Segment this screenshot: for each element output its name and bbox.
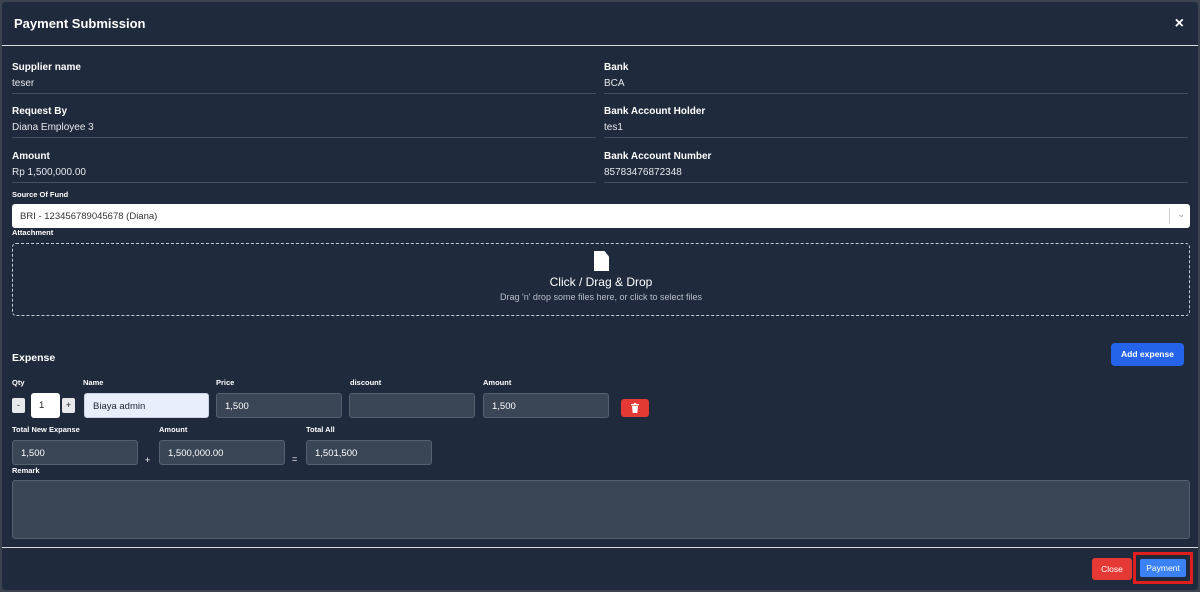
modal-title: Payment Submission <box>14 16 146 31</box>
bank-account-holder-field: Bank Account Holder tes1 <box>604 93 1188 138</box>
dropzone-title: Click / Drag & Drop <box>549 275 653 289</box>
delete-expense-button[interactable] <box>621 399 649 417</box>
request-by-label: Request By <box>12 106 68 117</box>
trash-icon <box>631 403 639 413</box>
amount-label: Amount <box>12 151 50 162</box>
attachment-label: Attachment <box>12 228 54 237</box>
supplier-name-value: teser <box>12 78 35 89</box>
modal-header: Payment Submission × <box>2 2 1198 46</box>
expense-name-input[interactable]: Biaya admin <box>84 393 209 418</box>
source-of-fund-label: Source Of Fund <box>12 190 69 199</box>
expense-price-input[interactable]: 1,500 <box>216 393 342 418</box>
bank-account-number-field: Bank Account Number 85783476872348 <box>604 138 1188 183</box>
bank-account-holder-value: tes1 <box>604 122 623 133</box>
equals-sign: = <box>292 454 298 464</box>
name-column-label: Name <box>83 378 104 387</box>
payment-submission-modal: Payment Submission × Supplier name teser… <box>2 2 1198 590</box>
qty-increment-button[interactable]: + <box>62 398 75 413</box>
payment-button-highlight: Payment <box>1133 552 1193 584</box>
total-amount-input[interactable]: 1,500,000.00 <box>159 440 285 465</box>
qty-input[interactable]: 1 <box>31 393 60 418</box>
close-button[interactable]: Close <box>1092 558 1132 580</box>
payment-button[interactable]: Payment <box>1140 559 1186 577</box>
amount-field: Amount Rp 1,500,000.00 <box>12 138 596 183</box>
file-icon <box>594 251 609 271</box>
remark-textarea[interactable] <box>12 480 1190 539</box>
expense-amount-input[interactable]: 1,500 <box>483 393 609 418</box>
qty-decrement-button[interactable]: - <box>12 398 25 413</box>
request-by-field: Request By Diana Employee 3 <box>12 93 596 138</box>
amount-column-label: Amount <box>483 378 512 387</box>
plus-sign: + <box>145 455 151 465</box>
discount-column-label: discount <box>350 378 382 387</box>
total-new-expanse-input[interactable]: 1,500 <box>12 440 138 465</box>
bank-field: Bank BCA <box>604 49 1188 94</box>
expense-title: Expense <box>12 352 56 364</box>
total-all-label: Total All <box>306 425 335 434</box>
expense-discount-input[interactable] <box>349 393 475 418</box>
bank-value: BCA <box>604 78 625 89</box>
source-of-fund-select[interactable]: BRI - 123456789045678 (Diana) ⌄ <box>12 204 1190 228</box>
total-amount-label: Amount <box>159 425 188 434</box>
price-column-label: Price <box>216 378 235 387</box>
supplier-name-field: Supplier name teser <box>12 49 596 94</box>
close-icon[interactable]: × <box>1175 16 1184 32</box>
total-all-input[interactable]: 1,501,500 <box>306 440 432 465</box>
footer-divider <box>2 547 1198 548</box>
bank-label: Bank <box>604 62 629 73</box>
bank-account-number-label: Bank Account Number <box>604 151 712 162</box>
remark-label: Remark <box>12 466 40 475</box>
qty-column-label: Qty <box>12 378 25 387</box>
attachment-dropzone[interactable]: Click / Drag & Drop Drag 'n' drop some f… <box>12 243 1190 316</box>
amount-value: Rp 1,500,000.00 <box>12 167 86 178</box>
bank-account-number-value: 85783476872348 <box>604 167 682 178</box>
select-separator <box>1169 208 1170 224</box>
dropzone-hint: Drag 'n' drop some files here, or click … <box>499 292 703 302</box>
supplier-name-label: Supplier name <box>12 62 81 73</box>
source-of-fund-value: BRI - 123456789045678 (Diana) <box>20 211 158 222</box>
add-expense-button[interactable]: Add expense <box>1111 343 1184 366</box>
bank-account-holder-label: Bank Account Holder <box>604 106 706 117</box>
total-new-expanse-label: Total New Expanse <box>12 425 80 434</box>
request-by-value: Diana Employee 3 <box>12 122 94 133</box>
chevron-down-icon[interactable]: ⌄ <box>1177 209 1185 220</box>
